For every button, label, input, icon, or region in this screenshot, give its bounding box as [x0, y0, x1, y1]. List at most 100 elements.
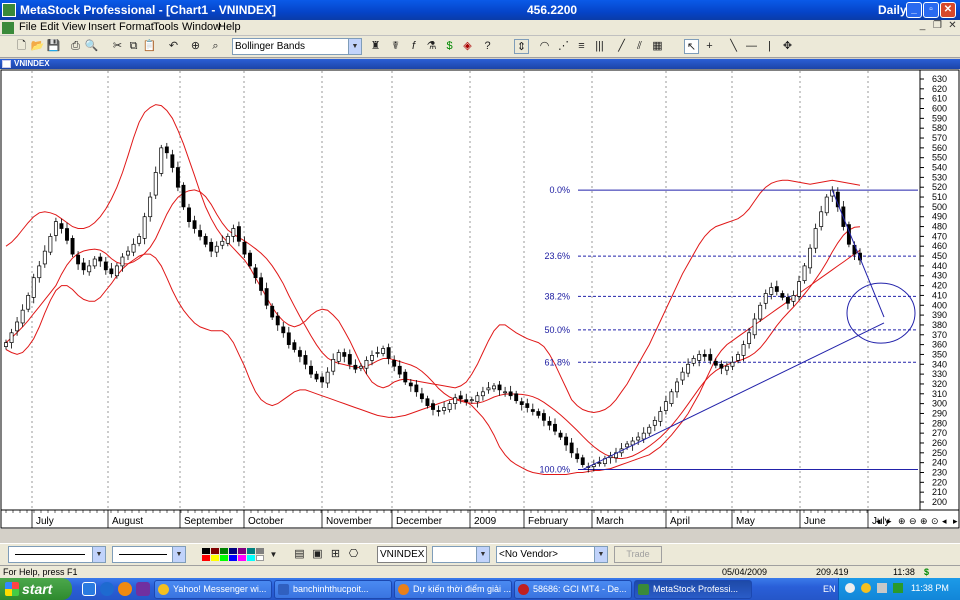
messenger-tray-icon[interactable]	[861, 583, 871, 593]
minimize-icon[interactable]: _	[906, 2, 922, 18]
ie-icon[interactable]	[100, 582, 114, 596]
line-weight-combo[interactable]: ▼	[112, 546, 186, 563]
line-style-combo[interactable]: ▼	[8, 546, 106, 563]
fan-icon[interactable]: ⋰	[556, 39, 571, 54]
paste-icon[interactable]: 📋	[142, 39, 157, 54]
undo-icon[interactable]: ↶	[166, 39, 181, 54]
menu-help[interactable]: Help	[218, 21, 241, 33]
color-swatch[interactable]	[202, 555, 210, 561]
line-icon[interactable]: ╲	[726, 39, 741, 54]
channel-icon[interactable]: ⫽	[632, 39, 647, 54]
template-icon[interactable]: ▣	[310, 547, 325, 562]
trade-button[interactable]: Trade	[614, 546, 662, 563]
menu-insert[interactable]: Insert	[88, 21, 116, 33]
x-axis-scroll-icon[interactable]: ◂	[876, 516, 881, 526]
price-chart[interactable]: 0.0% 23.6% 38.2% 50.0% 61.8% 100.0% 630620610…	[0, 69, 960, 529]
title-bar[interactable]: MetaStock Professional - [Chart1 - VNIND…	[0, 0, 960, 20]
task-yahoo-messenger[interactable]: Yahoo! Messenger wi...	[154, 580, 272, 599]
cross-icon[interactable]: +	[702, 39, 717, 54]
mdi-close-icon[interactable]: ✕	[946, 20, 959, 33]
annotation-circle[interactable]	[846, 282, 916, 344]
color-swatch[interactable]	[229, 555, 237, 561]
vendor-combo[interactable]: <No Vendor> ▼	[496, 546, 608, 563]
chevron-down-icon[interactable]: ▼	[476, 547, 489, 562]
security-box[interactable]: VNINDEX	[377, 546, 427, 563]
color-swatch[interactable]	[256, 548, 264, 554]
cut-icon[interactable]: ✂	[110, 39, 125, 54]
x-axis-scroll-icon[interactable]: ▸	[887, 516, 892, 526]
properties-icon[interactable]: ▤	[292, 547, 307, 562]
mdi-minimize-icon[interactable]: _	[916, 20, 929, 33]
color-swatch[interactable]	[247, 555, 255, 561]
color-swatch[interactable]	[220, 555, 228, 561]
crosshair-icon[interactable]: ⊕	[188, 39, 203, 54]
color-swatch[interactable]	[220, 548, 228, 554]
fibonacci-retracement[interactable]: 0.0% 23.6% 38.2% 50.0% 61.8% 100.0%	[539, 185, 918, 475]
x-axis-scroll-icon[interactable]: ⊙	[931, 516, 939, 526]
chevron-down-icon[interactable]: ▼	[594, 547, 607, 562]
cycle-lines-icon[interactable]: |||	[592, 39, 607, 54]
x-axis-scroll-icon[interactable]: ⊖	[909, 516, 917, 526]
color-swatch[interactable]	[238, 548, 246, 554]
tray-app-icon[interactable]	[893, 583, 903, 593]
new-icon[interactable]: 🗋	[14, 39, 29, 54]
trendline-icon[interactable]: ╱	[614, 39, 629, 54]
task-metastock[interactable]: MetaStock Professi...	[634, 580, 752, 599]
network-icon[interactable]	[845, 583, 855, 593]
menu-format[interactable]: Format	[119, 21, 154, 33]
color-swatch[interactable]	[211, 555, 219, 561]
chart-doc-icon[interactable]	[2, 22, 14, 34]
tray-clock[interactable]: 11:38 PM	[911, 583, 949, 593]
snapshot-icon[interactable]: ⎔	[346, 547, 361, 562]
print-icon[interactable]: ⎙	[68, 39, 83, 54]
symbol-combo[interactable]: ▼	[432, 546, 490, 563]
indicator-combo[interactable]: Bollinger Bands ▼	[232, 38, 362, 55]
show-desktop-icon[interactable]	[82, 582, 96, 596]
task-mt4[interactable]: 58686: GCI MT4 - De...	[514, 580, 632, 599]
dollar-icon[interactable]: $	[442, 39, 457, 54]
fibonacci-icon[interactable]: ≡	[574, 39, 589, 54]
news-icon[interactable]: ◈	[460, 39, 475, 54]
layout-icon[interactable]: ⊞	[328, 547, 343, 562]
open-icon[interactable]: 📂	[30, 39, 45, 54]
color-swatch[interactable]	[256, 555, 264, 561]
date-axis[interactable]: July August September October November Decemb…	[0, 509, 960, 529]
formula-icon[interactable]: f	[406, 39, 421, 54]
volume-icon[interactable]	[877, 583, 887, 593]
menu-file[interactable]: File	[19, 21, 37, 33]
help-pointer-icon[interactable]: ?	[480, 39, 495, 54]
color-swatch[interactable]	[238, 555, 246, 561]
pointer-icon[interactable]: ↖	[684, 39, 699, 54]
system-tester-icon[interactable]: ⚗	[424, 39, 439, 54]
maximize-icon[interactable]: ▫	[923, 2, 939, 18]
horizontal-line-icon[interactable]: —	[744, 39, 759, 54]
expert-icon[interactable]: ♜	[368, 39, 383, 54]
print-preview-icon[interactable]: 🔍	[84, 39, 99, 54]
color-swatch[interactable]	[202, 548, 210, 554]
color-swatch[interactable]	[229, 548, 237, 554]
chevron-down-icon[interactable]: ▼	[348, 39, 361, 54]
language-indicator[interactable]: EN	[823, 584, 836, 594]
menu-edit[interactable]: Edit	[40, 21, 59, 33]
close-icon[interactable]: ✕	[940, 2, 956, 18]
menu-tools[interactable]: Tools	[153, 21, 179, 33]
mdi-restore-icon[interactable]: ❐	[931, 20, 944, 33]
copy-icon[interactable]: ⧉	[126, 39, 141, 54]
task-browser[interactable]: Dự kiến thời điểm giải ...	[394, 580, 512, 599]
x-axis-scroll-icon[interactable]: ◂	[942, 516, 947, 526]
x-axis-scroll-icon[interactable]: ⊕	[898, 516, 906, 526]
menu-window[interactable]: Window	[182, 21, 221, 33]
start-button[interactable]: start	[0, 578, 72, 600]
task-document[interactable]: banchinhthucpoit...	[274, 580, 392, 599]
support-trendline[interactable]	[582, 322, 885, 470]
color-swatch[interactable]	[211, 548, 219, 554]
color-swatch[interactable]	[247, 548, 255, 554]
zoom-icon[interactable]: ⌕	[208, 39, 223, 54]
color-palette[interactable]	[202, 548, 268, 562]
tools-icon[interactable]: ✥	[780, 39, 795, 54]
grid-icon[interactable]: ▦	[650, 39, 665, 54]
chevron-down-icon[interactable]: ▼	[92, 547, 105, 562]
vertical-line-icon[interactable]: |	[762, 39, 777, 54]
quicklaunch-icon[interactable]	[136, 582, 150, 596]
chevron-down-icon[interactable]: ▼	[172, 547, 185, 562]
